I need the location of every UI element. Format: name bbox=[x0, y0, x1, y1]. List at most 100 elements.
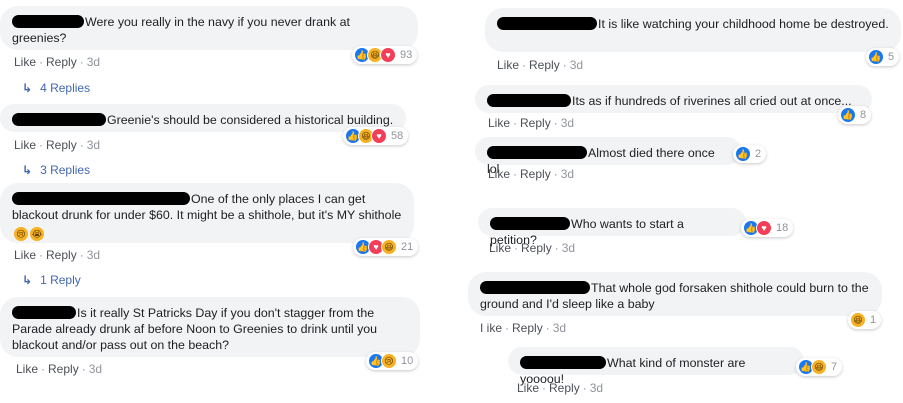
redacted-name bbox=[520, 356, 606, 369]
timestamp: 3d bbox=[88, 362, 103, 376]
comment-actions: Like · Reply · 3d bbox=[14, 248, 101, 262]
comment-bubble: Is it really St Patricks Day if you don'… bbox=[0, 297, 420, 357]
replies-count: 1 Reply bbox=[40, 273, 81, 287]
comment-actions: Like · Reply · 3d bbox=[488, 116, 575, 130]
comment-actions: Like · Reply · 3d bbox=[14, 55, 101, 69]
redacted-name bbox=[487, 146, 587, 159]
comment-bubble: Were you really in the navy if you never… bbox=[0, 6, 418, 50]
timestamp: 3d bbox=[86, 55, 101, 69]
comment-actions: Like · Reply · 3d bbox=[488, 167, 575, 181]
comment-bubble: Who wants to start a petition? bbox=[478, 208, 746, 247]
reactions-count: 21 bbox=[401, 241, 414, 253]
comment-bubble: Almost died there once lol bbox=[475, 137, 741, 176]
reactions-summary[interactable]: 👍 😢 10 bbox=[366, 352, 419, 370]
like-link[interactable]: I ike bbox=[480, 321, 502, 335]
reactions-summary[interactable]: 👍 😆 ♥ 93 bbox=[352, 46, 418, 64]
heart-icon: ♥ bbox=[371, 128, 387, 144]
laughing-face-icon: 😆 bbox=[811, 359, 827, 375]
reply-link[interactable]: Reply bbox=[46, 248, 77, 262]
redacted-name bbox=[12, 192, 190, 205]
reply-link[interactable]: Reply bbox=[48, 362, 79, 376]
comment-bubble: One of the only places I can get blackou… bbox=[0, 183, 414, 243]
comment-text: Its as if hundreds of riverines all crie… bbox=[572, 94, 852, 108]
like-link[interactable]: Like bbox=[488, 116, 510, 130]
comment-actions: I ike · Reply · 3d bbox=[480, 321, 567, 335]
reactions-summary[interactable]: 👍 ♥ 18 bbox=[741, 219, 794, 237]
redacted-name bbox=[497, 17, 597, 30]
reactions-count: 18 bbox=[776, 222, 789, 234]
reactions-summary[interactable]: 👍 😆 ♥ 58 bbox=[343, 127, 409, 145]
crying-face-icon: 😢 bbox=[381, 353, 397, 369]
reply-arrow-icon: ↳ bbox=[22, 273, 33, 287]
comment-bubble: Its as if hundreds of riverines all crie… bbox=[475, 85, 872, 113]
redacted-name bbox=[487, 94, 571, 107]
redacted-name bbox=[490, 217, 570, 230]
timestamp: 3d bbox=[560, 167, 575, 181]
reply-link[interactable]: Reply bbox=[549, 381, 580, 395]
heart-icon: ♥ bbox=[756, 220, 772, 236]
redacted-name bbox=[12, 113, 106, 126]
reactions-count: 8 bbox=[860, 109, 867, 121]
reactions-count: 2 bbox=[755, 148, 762, 160]
thumbs-up-icon: 👍 bbox=[735, 146, 751, 162]
reactions-count: 5 bbox=[888, 51, 895, 63]
like-link[interactable]: Like bbox=[16, 362, 38, 376]
replies-count: 4 Replies bbox=[40, 81, 91, 95]
timestamp: 3d bbox=[589, 381, 604, 395]
reactions-summary[interactable]: 👍 8 bbox=[838, 106, 872, 124]
thumbs-up-icon: 👍 bbox=[840, 107, 856, 123]
comment-actions: Like · Reply · 3d bbox=[16, 362, 103, 376]
thumbs-up-icon: 👍 bbox=[868, 49, 884, 65]
view-replies-link[interactable]: ↳ 3 Replies bbox=[22, 163, 90, 177]
reactions-count: 10 bbox=[401, 355, 414, 367]
reactions-summary[interactable]: 👍 5 bbox=[866, 48, 900, 66]
like-link[interactable]: Like bbox=[14, 55, 36, 69]
view-replies-link[interactable]: ↳ 1 Reply bbox=[22, 273, 81, 287]
redacted-name bbox=[12, 306, 76, 319]
reactions-count: 93 bbox=[400, 49, 413, 61]
comment-actions: Like · Reply · 3d bbox=[497, 58, 584, 72]
comment-actions: Like · Reply · 3d bbox=[517, 381, 604, 395]
timestamp: 3d bbox=[569, 58, 584, 72]
laughing-face-icon: 😆 bbox=[850, 312, 866, 328]
like-link[interactable]: Like bbox=[14, 138, 36, 152]
reactions-summary[interactable]: 👍 2 bbox=[733, 145, 767, 163]
reply-link[interactable]: Reply bbox=[512, 321, 543, 335]
reply-link[interactable]: Reply bbox=[520, 116, 551, 130]
reply-arrow-icon: ↳ bbox=[22, 163, 33, 177]
redacted-name bbox=[12, 15, 84, 28]
like-link[interactable]: Like bbox=[517, 381, 539, 395]
laughing-face-icon: 😆 bbox=[381, 239, 397, 255]
heart-icon: ♥ bbox=[380, 47, 396, 63]
reactions-count: 58 bbox=[391, 130, 404, 142]
view-replies-link[interactable]: ↳ 4 Replies bbox=[22, 81, 90, 95]
reactions-summary[interactable]: 👍 ♥ 😆 21 bbox=[353, 238, 419, 256]
comment-bubble: That whole god forsaken shithole could b… bbox=[468, 272, 882, 316]
reply-arrow-icon: ↳ bbox=[22, 81, 33, 95]
reactions-summary[interactable]: 😆 1 bbox=[848, 311, 882, 329]
like-link[interactable]: Like bbox=[489, 241, 511, 255]
sobbing-face-icon: 😭 bbox=[30, 227, 44, 241]
reply-link[interactable]: Reply bbox=[46, 55, 77, 69]
like-link[interactable]: Like bbox=[14, 248, 36, 262]
timestamp: 3d bbox=[561, 241, 576, 255]
like-link[interactable]: Like bbox=[488, 167, 510, 181]
timestamp: 3d bbox=[86, 248, 101, 262]
reply-link[interactable]: Reply bbox=[521, 241, 552, 255]
reactions-count: 1 bbox=[870, 314, 877, 326]
replies-count: 3 Replies bbox=[40, 163, 91, 177]
comment-text: It is like watching your childhood home … bbox=[598, 17, 889, 31]
reactions-summary[interactable]: 👍 😆 7 bbox=[796, 358, 843, 376]
reactions-count: 7 bbox=[831, 361, 838, 373]
crying-face-icon: 😢 bbox=[14, 227, 28, 241]
reply-link[interactable]: Reply bbox=[46, 138, 77, 152]
timestamp: 3d bbox=[560, 116, 575, 130]
reply-link[interactable]: Reply bbox=[529, 58, 560, 72]
comment-actions: Like · Reply · 3d bbox=[14, 138, 101, 152]
comment-actions: Like · Reply · 3d bbox=[489, 241, 576, 255]
reply-link[interactable]: Reply bbox=[520, 167, 551, 181]
comment-text: Greenie's should be considered a histori… bbox=[107, 113, 394, 127]
comment-bubble: Greenie's should be considered a histori… bbox=[0, 104, 406, 132]
timestamp: 3d bbox=[552, 321, 567, 335]
like-link[interactable]: Like bbox=[497, 58, 519, 72]
